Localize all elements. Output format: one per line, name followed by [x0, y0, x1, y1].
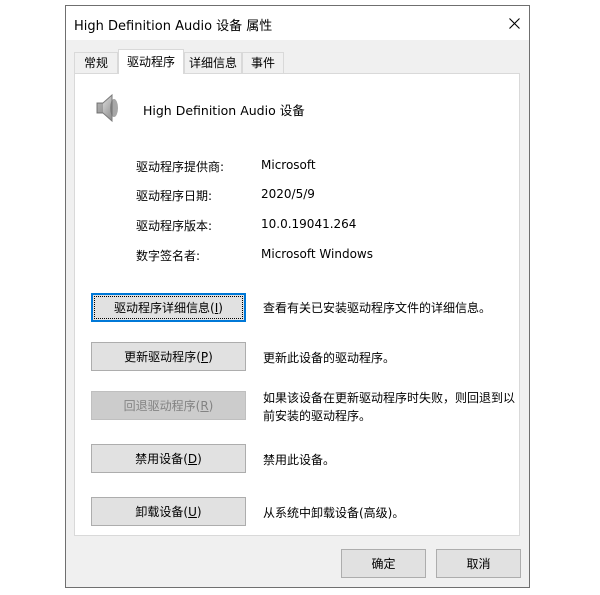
- driver-details-description: 查看有关已安装驱动程序文件的详细信息。: [263, 301, 492, 315]
- disable-device-hotkey: D: [187, 451, 198, 466]
- tab-details[interactable]: 详细信息: [184, 52, 242, 73]
- roll-back-driver-label: 回退驱动程序: [123, 399, 196, 413]
- roll-back-driver-description: 如果该设备在更新驱动程序时失败，则回退到以前安装的驱动程序。: [263, 391, 516, 423]
- disable-device-button[interactable]: 禁用设备(D): [91, 444, 246, 473]
- roll-back-driver-hotkey: R: [200, 398, 209, 413]
- driver-details-label: 驱动程序详细信息: [114, 301, 211, 315]
- update-driver-hotkey: P: [200, 349, 209, 364]
- tab-events[interactable]: 事件: [242, 52, 284, 73]
- disable-device-label: 禁用设备: [135, 452, 184, 466]
- device-name: High Definition Audio 设备: [143, 103, 305, 118]
- disable-device-description: 禁用此设备。: [263, 453, 336, 467]
- properties-dialog: High Definition Audio 设备 属性 常规 驱动程序 详细信息…: [65, 5, 530, 588]
- uninstall-device-button[interactable]: 卸载设备(U): [91, 497, 246, 526]
- window-title: High Definition Audio 设备 属性: [74, 19, 273, 34]
- update-driver-label: 更新驱动程序: [124, 350, 197, 364]
- uninstall-device-label: 卸载设备: [135, 505, 184, 519]
- speaker-icon: [96, 93, 118, 123]
- driver-panel: High Definition Audio 设备 驱动程序提供商: Micros…: [74, 73, 520, 536]
- close-button[interactable]: [499, 6, 529, 40]
- uninstall-device-description: 从系统中卸载设备(高级)。: [263, 506, 405, 520]
- driver-details-button[interactable]: 驱动程序详细信息(I): [91, 293, 246, 322]
- date-value: 2020/5/9: [261, 187, 315, 201]
- signer-label: 数字签名者:: [136, 249, 201, 263]
- ok-button[interactable]: 确定: [341, 549, 426, 578]
- driver-details-hotkey: I: [214, 300, 219, 315]
- date-label: 驱动程序日期:: [136, 189, 213, 203]
- provider-label: 驱动程序提供商:: [136, 160, 225, 174]
- tab-general[interactable]: 常规: [74, 52, 118, 73]
- version-label: 驱动程序版本:: [136, 219, 213, 233]
- tab-driver[interactable]: 驱动程序: [118, 49, 184, 74]
- provider-value: Microsoft: [261, 158, 316, 172]
- title-bar[interactable]: High Definition Audio 设备 属性: [66, 6, 529, 40]
- update-driver-description: 更新此设备的驱动程序。: [263, 351, 396, 365]
- version-value: 10.0.19041.264: [261, 217, 357, 231]
- cancel-button[interactable]: 取消: [436, 549, 521, 578]
- roll-back-driver-button: 回退驱动程序(R): [91, 391, 246, 420]
- signer-value: Microsoft Windows: [261, 247, 373, 261]
- close-icon: [508, 17, 520, 29]
- uninstall-device-hotkey: U: [188, 504, 197, 519]
- update-driver-button[interactable]: 更新驱动程序(P): [91, 342, 246, 371]
